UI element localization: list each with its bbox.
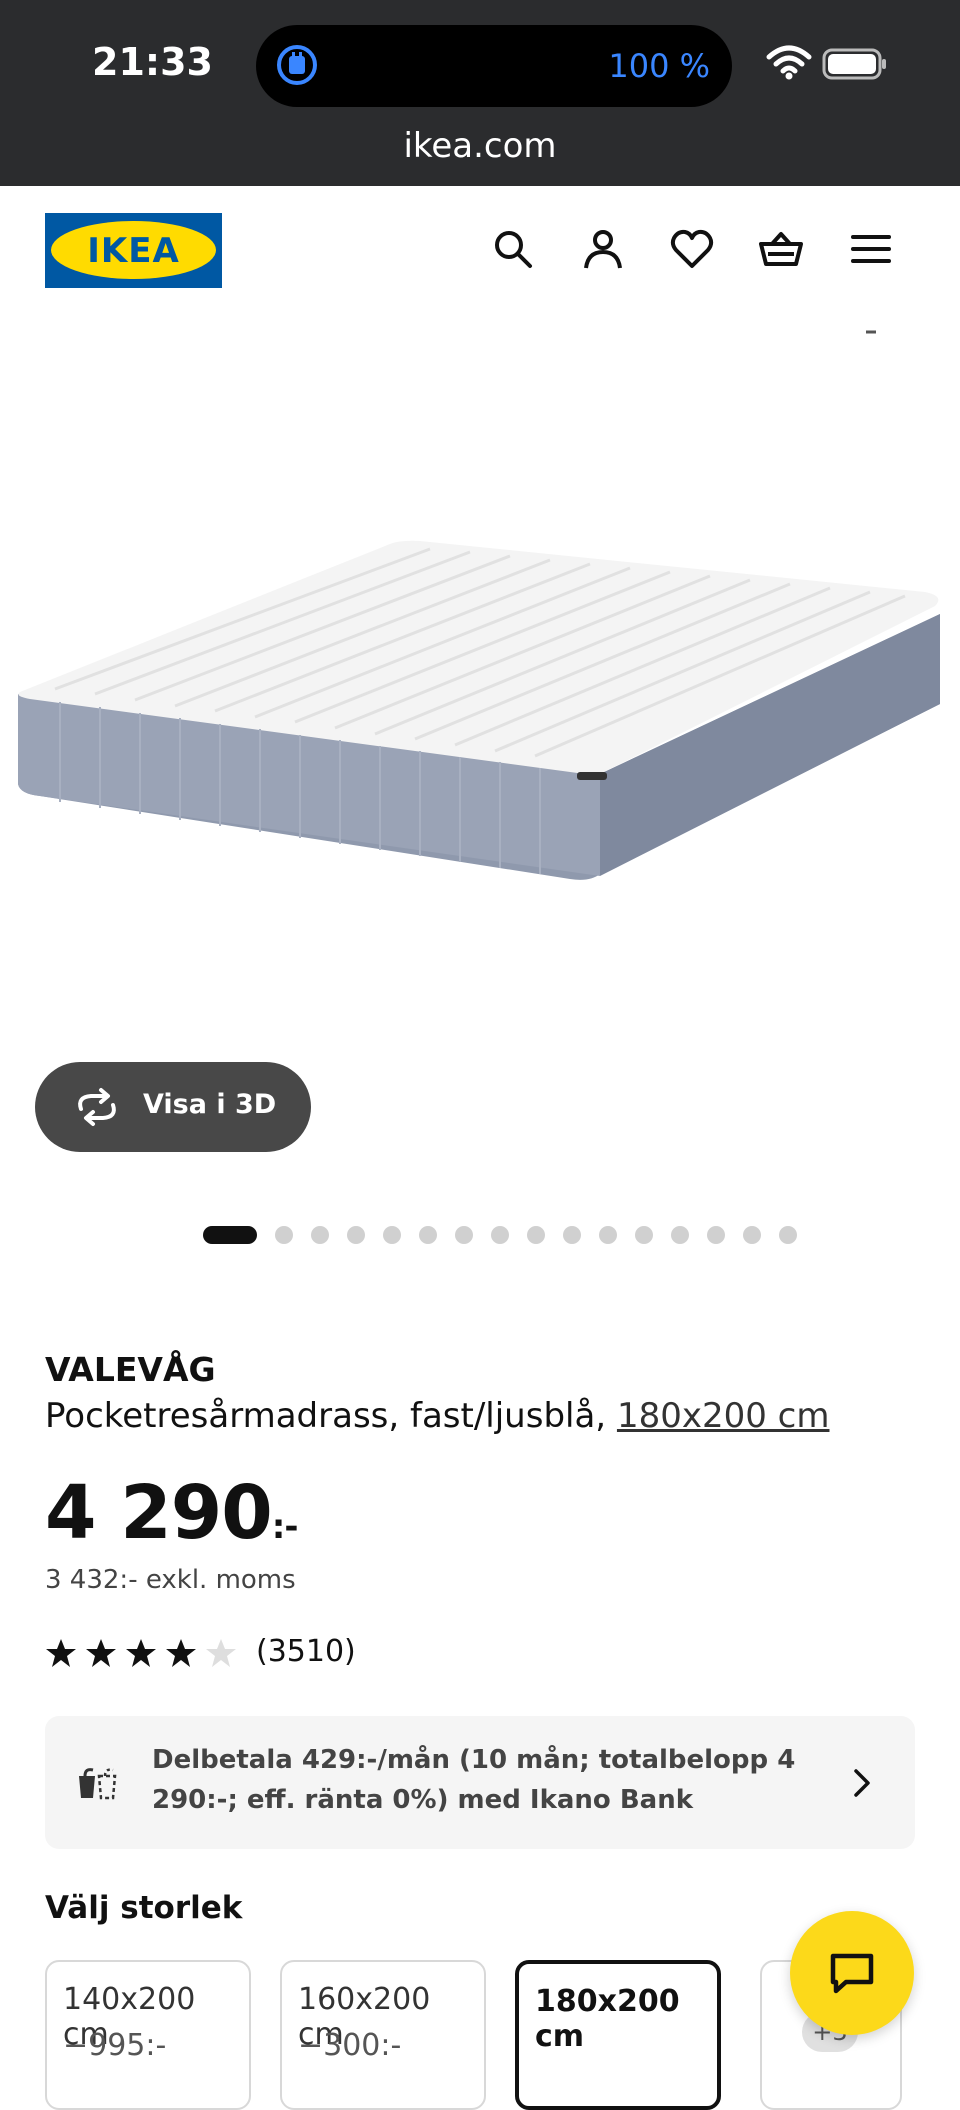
star-filled-icon: [46, 1639, 76, 1667]
account-icon[interactable]: [580, 226, 626, 272]
product-description: Pocketresårmadrass, fast/ljusblå, 180x20…: [45, 1396, 829, 1436]
size-option-price-diff: −300:-: [298, 2028, 402, 2063]
pagination-dot[interactable]: [311, 1226, 329, 1244]
pagination-dot[interactable]: [779, 1226, 797, 1244]
menu-icon[interactable]: [848, 226, 894, 272]
pagination-dot[interactable]: [563, 1226, 581, 1244]
ikea-logo[interactable]: IKEA: [45, 213, 222, 288]
installment-text: Delbetala 429:-/mån (10 mån; totalbelopp…: [152, 1745, 796, 1815]
size-option-price-diff: −995:-: [63, 2028, 167, 2063]
price-ex-vat: 3 432:- exkl. moms: [45, 1565, 296, 1595]
product-price: 4 290:-: [45, 1470, 299, 1556]
star-empty-icon: [206, 1639, 236, 1667]
installment-icon: [79, 1768, 117, 1800]
rotate-3d-icon: [78, 1088, 116, 1126]
product-description-text: Pocketresårmadrass, fast/ljusblå,: [45, 1396, 607, 1436]
address-bar[interactable]: ikea.com: [0, 126, 960, 166]
view-in-3d-button[interactable]: Visa i 3D: [35, 1062, 311, 1152]
size-link[interactable]: 180x200 cm: [617, 1396, 830, 1436]
pagination-dot[interactable]: [419, 1226, 437, 1244]
basket-icon[interactable]: [758, 226, 804, 272]
size-option-180x200[interactable]: 180x200 cm: [515, 1960, 721, 2110]
size-heading: Välj storlek: [45, 1890, 243, 1926]
pagination-dot[interactable]: [635, 1226, 653, 1244]
pagination-dot[interactable]: [275, 1226, 293, 1244]
battery-percent: 100 %: [608, 47, 710, 85]
view-in-3d-label: Visa i 3D: [143, 1089, 277, 1120]
price-suffix: :-: [271, 1507, 299, 1547]
chat-bubble-icon: [830, 1953, 874, 1994]
gallery-pagination: [0, 1222, 960, 1246]
price-value: 4 290: [45, 1470, 273, 1556]
pagination-dot[interactable]: [455, 1226, 473, 1244]
pagination-dot[interactable]: [707, 1226, 725, 1244]
installment-banner[interactable]: Delbetala 429:-/mån (10 mån; totalbelopp…: [45, 1716, 915, 1849]
heart-icon[interactable]: [669, 226, 715, 272]
clock: 21:33: [92, 40, 213, 84]
pagination-dot[interactable]: [347, 1226, 365, 1244]
pagination-dot[interactable]: [383, 1226, 401, 1244]
product-name: VALEVÅG: [45, 1350, 216, 1389]
wifi-icon: [766, 45, 812, 80]
pagination-dot[interactable]: [743, 1226, 761, 1244]
star-filled-icon: [126, 1639, 156, 1667]
size-option-140x200[interactable]: 140x200 cm −995:-: [45, 1960, 251, 2110]
pagination-dot[interactable]: [527, 1226, 545, 1244]
star-filled-icon: [166, 1639, 196, 1667]
size-option-label: 180x200 cm: [535, 1984, 680, 2054]
logo-text: IKEA: [87, 231, 180, 271]
pagination-dot[interactable]: [491, 1226, 509, 1244]
chat-button[interactable]: [790, 1911, 914, 2035]
charging-icon: [277, 45, 317, 85]
battery-icon: [822, 48, 886, 80]
pagination-dot[interactable]: [599, 1226, 617, 1244]
pagination-dot[interactable]: [671, 1226, 689, 1244]
review-count[interactable]: (3510): [256, 1634, 356, 1669]
dynamic-island: 100 %: [256, 25, 732, 107]
search-icon[interactable]: [490, 226, 536, 272]
site-header: IKEA: [0, 186, 960, 314]
status-bar: 21:33 100 % ikea.com: [0, 0, 960, 186]
star-filled-icon: [86, 1639, 116, 1667]
chevron-right-icon: [854, 1769, 870, 1797]
size-option-160x200[interactable]: 160x200 cm −300:-: [280, 1960, 486, 2110]
product-image-mattress[interactable]: [0, 314, 960, 1064]
pagination-dot-active[interactable]: [203, 1226, 257, 1244]
